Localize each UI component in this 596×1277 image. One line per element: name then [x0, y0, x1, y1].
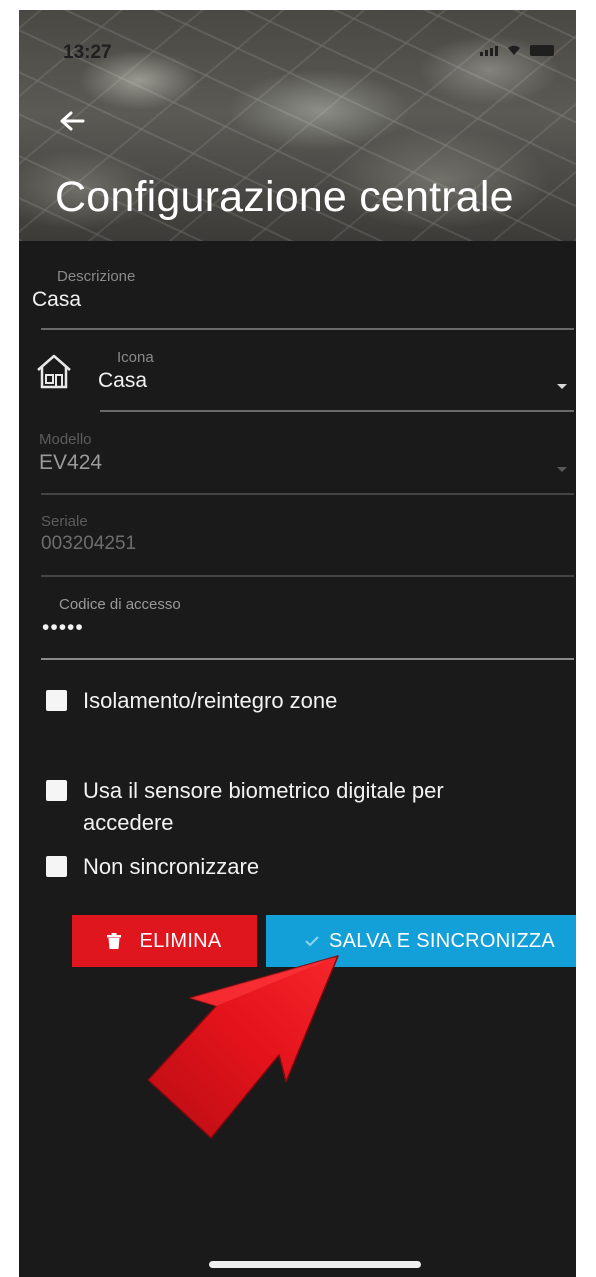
seriale-field: Seriale 003204251 — [41, 513, 136, 555]
seriale-underline — [41, 575, 574, 577]
biometrico-checkbox-row[interactable]: Usa il sensore biometrico digitale per a… — [46, 778, 444, 839]
page-title: Configurazione centrale — [55, 173, 514, 221]
icona-underline — [100, 410, 574, 412]
save-sync-button[interactable]: SALVA E SINCRONIZZA — [266, 915, 576, 967]
header: 13:27 Configurazione centrale — [19, 10, 576, 241]
biometrico-label-line2: accedere — [83, 810, 174, 835]
isolamento-checkbox-row[interactable]: Isolamento/reintegro zone — [46, 688, 337, 717]
descrizione-label: Descrizione — [57, 268, 136, 285]
modello-label: Modello — [39, 431, 92, 448]
descrizione-underline — [41, 328, 574, 330]
icona-field[interactable]: Icona Casa — [98, 349, 154, 393]
non-sincronizzare-checkbox[interactable] — [46, 856, 67, 877]
descrizione-field[interactable]: Descrizione Casa — [32, 268, 136, 312]
codice-field[interactable]: Codice di accesso ••••• — [42, 596, 181, 640]
modello-underline — [41, 493, 574, 495]
app-screen: 13:27 Configurazione centrale Descrizion… — [19, 10, 576, 1277]
non-sincronizzare-label: Non sincronizzare — [83, 854, 260, 879]
trash-icon — [107, 933, 122, 949]
descrizione-value[interactable]: Casa — [32, 288, 135, 312]
non-sincronizzare-checkbox-row[interactable]: Non sincronizzare — [46, 854, 259, 883]
signal-icon — [480, 46, 498, 56]
icona-label: Icona — [117, 349, 154, 366]
modello-dropdown-arrow-icon — [557, 467, 567, 472]
status-time: 13:27 — [63, 42, 112, 63]
codice-underline — [41, 658, 574, 660]
checkmark-icon — [305, 936, 319, 947]
isolamento-checkbox[interactable] — [46, 690, 67, 711]
delete-button-label: ELIMINA — [139, 929, 222, 952]
modello-value: EV424 — [39, 451, 103, 474]
wifi-icon — [508, 45, 520, 55]
codice-value[interactable]: ••••• — [42, 616, 181, 640]
home-indicator — [209, 1261, 421, 1268]
status-icons — [480, 44, 554, 56]
biometrico-checkbox[interactable] — [46, 780, 67, 801]
biometrico-label-line1: Usa il sensore biometrico digitale per — [83, 778, 444, 803]
codice-label: Codice di accesso — [59, 596, 181, 613]
back-button[interactable] — [59, 108, 85, 138]
seriale-value: 003204251 — [41, 533, 137, 554]
battery-icon — [530, 45, 554, 56]
seriale-label: Seriale — [41, 513, 88, 530]
delete-button[interactable]: ELIMINA — [72, 915, 257, 967]
biometrico-label: Usa il sensore biometrico digitale per a… — [83, 775, 444, 839]
isolamento-label: Isolamento/reintegro zone — [83, 688, 338, 713]
house-icon — [37, 354, 71, 389]
icona-value[interactable]: Casa — [98, 369, 154, 393]
icona-dropdown-arrow-icon[interactable] — [557, 384, 567, 389]
modello-field: Modello EV424 — [39, 431, 102, 475]
arrow-left-icon — [60, 111, 85, 131]
save-sync-button-label: SALVA E SINCRONIZZA — [328, 929, 556, 952]
